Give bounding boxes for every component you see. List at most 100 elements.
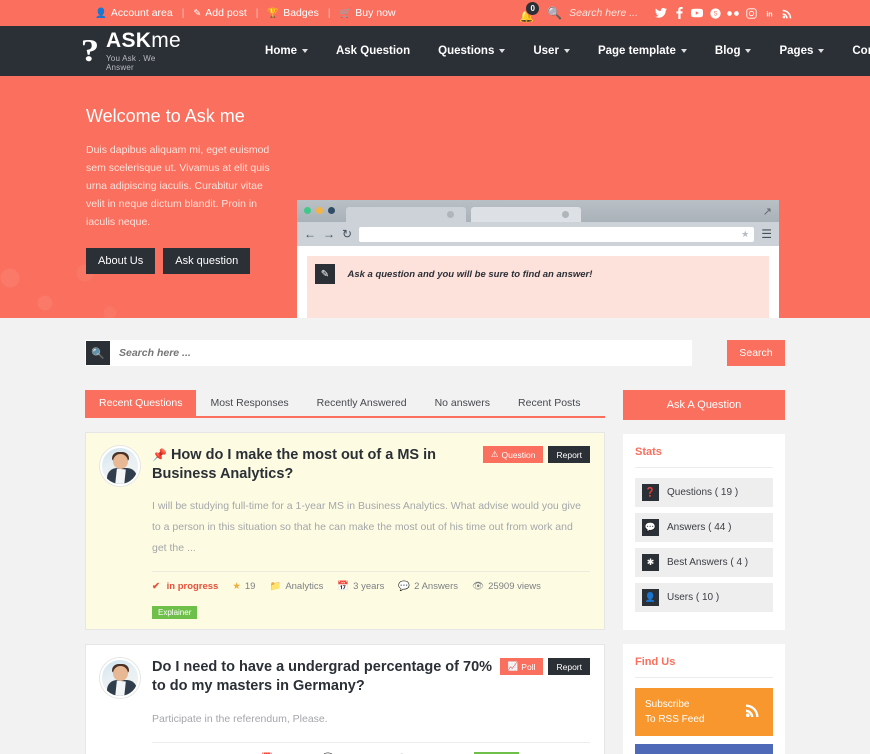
about-us-button[interactable]: About Us: [86, 248, 156, 275]
nav-item-pages[interactable]: Pages: [765, 45, 838, 57]
nav-item-questions[interactable]: Questions: [424, 45, 519, 57]
search-row: 🔍 Search: [85, 340, 785, 366]
maximize-dot[interactable]: [328, 207, 335, 214]
cart-icon: 🛒: [339, 7, 352, 19]
instagram-icon[interactable]: [742, 7, 760, 19]
nav-label: Ask Question: [335, 45, 411, 57]
browser-tab-2[interactable]: [471, 207, 581, 222]
reload-icon[interactable]: ↻: [342, 227, 352, 241]
svg-text:S: S: [713, 11, 717, 17]
user-icon: 👤: [642, 589, 659, 606]
comment-icon: 💬: [398, 581, 411, 593]
ask-question-button[interactable]: Ask question: [163, 248, 251, 275]
status-text: in progress: [166, 581, 219, 593]
rss-icon[interactable]: [778, 7, 796, 19]
ask-a-question-button[interactable]: Ask A Question: [623, 390, 785, 420]
stat-row-answers[interactable]: 💬 Answers ( 44 ): [635, 513, 773, 542]
nav-menu: Home Ask Question Questions User Page te…: [251, 45, 870, 57]
question-title-text: Do I need to have a undergrad percentage…: [152, 659, 493, 695]
tab-no-answers[interactable]: No answers: [421, 390, 504, 416]
topbar-link-label: Buy now: [355, 7, 396, 19]
pin-icon: 📌: [152, 448, 167, 462]
nav-label: Pages: [779, 45, 814, 57]
tab-recently-answered[interactable]: Recently Answered: [303, 390, 421, 416]
browser-viewport: ✎ Ask a question and you will be sure to…: [297, 246, 779, 318]
rss-subscribe-button[interactable]: Subscribe To RSS Feed: [635, 688, 773, 736]
browser-window-controls: [304, 207, 335, 214]
nav-label: Contact Us: [852, 45, 870, 57]
category-label: Analytics: [285, 581, 324, 593]
question-type-badge[interactable]: ⚠ Question: [482, 446, 544, 463]
question-excerpt: I will be studying full-time for a 1-yea…: [152, 500, 581, 555]
report-button[interactable]: Report: [548, 658, 590, 676]
stat-row-users[interactable]: 👤 Users ( 10 ): [635, 583, 773, 612]
avatar-shirt: [115, 468, 126, 484]
notification-count-badge: 0: [525, 1, 541, 16]
search-button[interactable]: Search: [727, 340, 785, 366]
youtube-icon[interactable]: [688, 7, 706, 19]
folder-icon: 📁: [269, 581, 282, 593]
nav-item-contact-us[interactable]: Contact Us: [838, 45, 870, 57]
stat-row-questions[interactable]: ❓ Questions ( 19 ): [635, 478, 773, 507]
category[interactable]: 📁 Analytics: [269, 581, 323, 592]
topbar-link-account-area[interactable]: 👤 Account area: [86, 7, 182, 19]
star-icon[interactable]: ★: [741, 229, 749, 240]
topbar-search-placeholder[interactable]: Search here ...: [569, 7, 638, 19]
main-navbar: ? ASKme You Ask . We Answer Home Ask Que…: [0, 26, 870, 78]
calendar-icon: 📅: [337, 581, 350, 593]
hero-section: Welcome to Ask me Duis dapibus aliquam m…: [0, 78, 870, 318]
linkedin-icon[interactable]: in: [760, 7, 778, 19]
question-card[interactable]: Do I need to have a undergrad percentage…: [85, 644, 605, 754]
close-dot[interactable]: [304, 207, 311, 214]
nav-label: Questions: [438, 45, 495, 57]
search-input[interactable]: [111, 347, 692, 359]
brand-tagline: You Ask . We Answer: [106, 54, 156, 72]
tab-recent-posts[interactable]: Recent Posts: [504, 390, 594, 416]
question-badges: ⚠ Question Report: [482, 446, 590, 463]
search-icon[interactable]: 🔍: [547, 6, 562, 20]
stat-label: Questions ( 19 ): [667, 487, 739, 498]
stat-label: Best Answers ( 4 ): [667, 557, 749, 568]
nav-item-user[interactable]: User: [519, 45, 584, 57]
browser-tab-1[interactable]: [346, 207, 466, 222]
flickr-icon[interactable]: [724, 7, 742, 19]
views-label: 25909 views: [488, 581, 541, 593]
avatar: [100, 446, 140, 486]
facebook-follow-button[interactable]: [635, 744, 773, 754]
tab-recent-questions[interactable]: Recent Questions: [85, 390, 197, 416]
tab-most-responses[interactable]: Most Responses: [196, 390, 302, 416]
twitter-icon[interactable]: [652, 7, 670, 19]
chevron-down-icon: [499, 49, 506, 53]
skype-icon[interactable]: S: [706, 7, 724, 19]
notification-bell[interactable]: 🔔 0: [515, 0, 545, 26]
stat-row-best-answers[interactable]: ✱ Best Answers ( 4 ): [635, 548, 773, 577]
badge-label: Poll: [521, 661, 536, 672]
nav-item-home[interactable]: Home: [251, 45, 322, 57]
nav-item-blog[interactable]: Blog: [701, 45, 766, 57]
question-card[interactable]: 📌 How do I make the most out of a MS in B…: [85, 432, 605, 631]
back-arrow-icon[interactable]: ←: [304, 227, 316, 241]
question-excerpt: Participate in the referendum, Please.: [152, 712, 328, 725]
question-filter-tabs: Recent Questions Most Responses Recently…: [85, 390, 605, 418]
topbar-link-add-post[interactable]: ✎ Add post: [184, 7, 255, 19]
rss-icon: [745, 702, 761, 726]
tag-badge[interactable]: Explainer: [152, 606, 198, 620]
facebook-icon[interactable]: [670, 7, 688, 20]
answers-label: 2 Answers: [414, 581, 458, 593]
question-title-text: How do I make the most out of a MS in Bu…: [152, 447, 436, 483]
hamburger-menu-icon[interactable]: ☰: [761, 227, 772, 241]
report-button[interactable]: Report: [548, 446, 590, 463]
topbar-link-buy-now[interactable]: 🛒 Buy now: [330, 7, 404, 19]
url-input[interactable]: ★: [359, 226, 755, 242]
question-type-badge[interactable]: 📈 Poll: [499, 658, 544, 676]
brand-name-bold: ASK: [106, 29, 152, 52]
nav-item-ask-question[interactable]: Ask Question: [322, 45, 424, 57]
eye-icon: 👁: [472, 581, 485, 593]
forward-arrow-icon[interactable]: →: [323, 227, 335, 241]
minimize-dot[interactable]: [316, 207, 323, 214]
topbar-link-label: Badges: [283, 7, 319, 19]
nav-item-page-template[interactable]: Page template: [584, 45, 701, 57]
site-logo[interactable]: ? ASKme You Ask . We Answer: [81, 29, 181, 72]
topbar-link-badges[interactable]: 🏆 Badges: [258, 7, 327, 19]
expand-icon[interactable]: ↗: [763, 205, 772, 218]
